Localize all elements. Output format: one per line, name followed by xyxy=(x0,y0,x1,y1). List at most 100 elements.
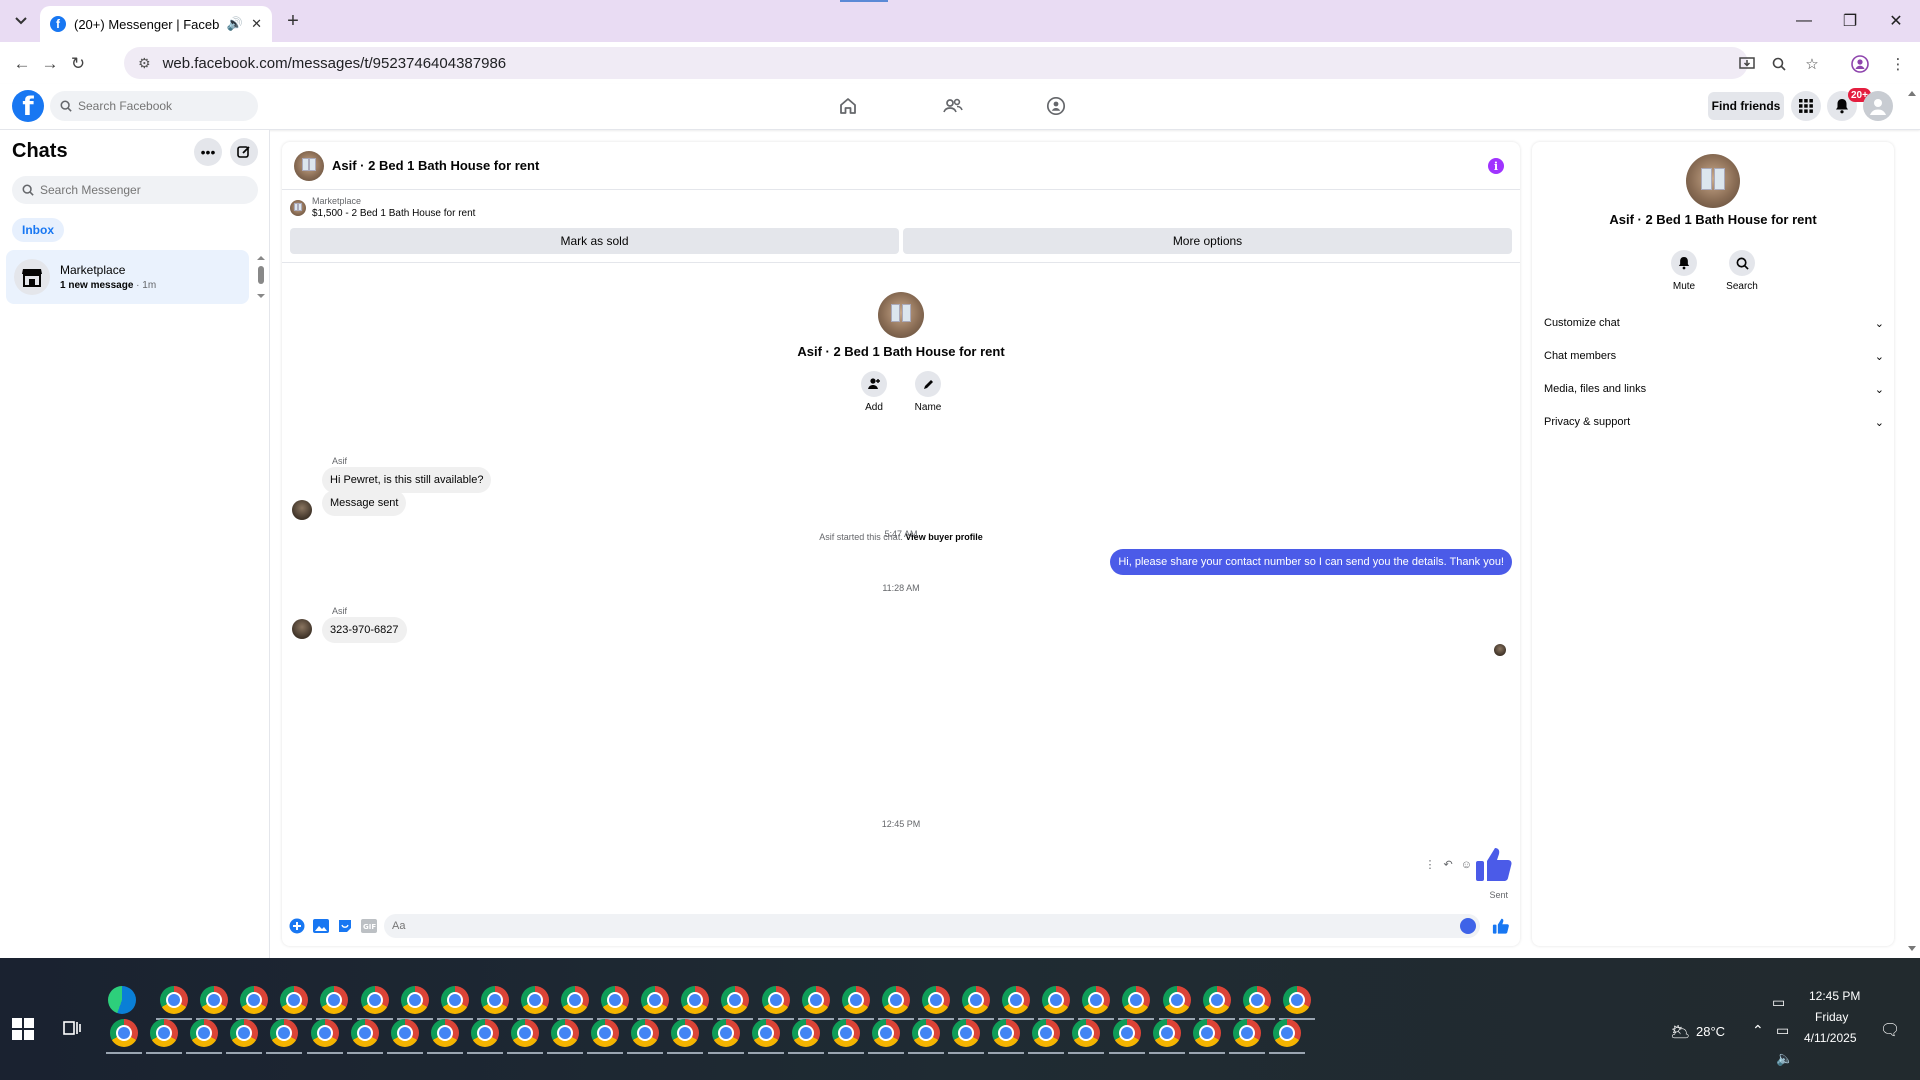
chrome-window-icon[interactable] xyxy=(1272,1019,1301,1047)
chrome-window-icon[interactable] xyxy=(390,1019,419,1047)
account-avatar[interactable] xyxy=(1863,91,1893,121)
network-icon[interactable]: ▭ xyxy=(1776,1022,1789,1039)
chrome-window-icon[interactable] xyxy=(921,986,950,1014)
chrome-window-icon[interactable] xyxy=(110,1019,138,1047)
clock-day[interactable]: Friday xyxy=(1815,1010,1848,1024)
more-options-icon[interactable]: ••• xyxy=(194,138,222,166)
chrome-window-icon[interactable] xyxy=(751,1019,780,1047)
speaker-icon[interactable]: 🔊 xyxy=(227,16,243,32)
tray-monitor-icon[interactable]: ▭ xyxy=(1772,994,1785,1011)
chrome-window-icon[interactable] xyxy=(1042,986,1071,1014)
photo-icon[interactable] xyxy=(312,917,330,935)
chrome-window-icon[interactable] xyxy=(400,986,429,1014)
site-settings-icon[interactable]: ⚙ xyxy=(138,55,151,72)
chrome-window-icon[interactable] xyxy=(791,1019,820,1047)
chat-list-scrollbar[interactable] xyxy=(256,254,266,300)
message-more-icon[interactable]: ⋮ xyxy=(1425,858,1436,871)
close-window-icon[interactable]: ✕ xyxy=(1873,0,1919,42)
chrome-window-icon[interactable] xyxy=(1192,1019,1221,1047)
address-bar[interactable]: ⚙ web.facebook.com/messages/t/9523746404… xyxy=(124,47,1748,79)
close-tab-icon[interactable]: ✕ xyxy=(251,16,262,32)
chrome-window-icon[interactable] xyxy=(511,1019,539,1047)
chrome-window-icon[interactable] xyxy=(240,986,269,1014)
chrome-window-icon[interactable] xyxy=(1082,986,1111,1014)
chrome-window-icon[interactable] xyxy=(310,1019,339,1047)
customize-chat-section[interactable]: Customize chat ⌄ xyxy=(1544,310,1884,336)
chrome-window-icon[interactable] xyxy=(1072,1019,1101,1047)
weather-temp[interactable]: 28°C xyxy=(1696,1024,1725,1039)
volume-icon[interactable]: 🔈 xyxy=(1776,1050,1793,1067)
tab-search-chevron-icon[interactable] xyxy=(10,10,32,32)
chrome-window-icon[interactable] xyxy=(681,986,710,1014)
groups-icon[interactable] xyxy=(1042,92,1070,120)
forward-icon[interactable]: → xyxy=(38,52,62,76)
facebook-search[interactable] xyxy=(50,91,258,121)
incoming-message[interactable]: 323-970-6827 xyxy=(322,617,407,643)
chrome-window-icon[interactable] xyxy=(831,1019,860,1047)
chrome-window-icon[interactable] xyxy=(591,1019,620,1047)
chrome-window-icon[interactable] xyxy=(551,1019,580,1047)
chat-members-section[interactable]: Chat members ⌄ xyxy=(1544,343,1884,369)
chrome-window-icon[interactable] xyxy=(150,1019,179,1047)
messenger-search-input[interactable] xyxy=(40,183,240,197)
find-friends-button[interactable]: Find friends xyxy=(1708,92,1784,120)
task-view-icon[interactable] xyxy=(62,1018,82,1038)
profile-icon[interactable] xyxy=(1849,53,1871,75)
chrome-window-icon[interactable] xyxy=(641,986,670,1014)
sticker-icon[interactable] xyxy=(336,917,354,935)
back-icon[interactable]: ← xyxy=(10,52,34,76)
chrome-window-icon[interactable] xyxy=(1242,986,1271,1014)
chrome-window-icon[interactable] xyxy=(1282,986,1311,1014)
tray-chevron-up-icon[interactable]: ⌃ xyxy=(1752,1022,1764,1039)
zoom-icon[interactable] xyxy=(1768,53,1790,75)
chrome-window-icon[interactable] xyxy=(871,1019,900,1047)
chrome-window-icon[interactable] xyxy=(480,986,509,1014)
browser-menu-icon[interactable]: ⋮ xyxy=(1887,53,1909,75)
chrome-window-icon[interactable] xyxy=(992,1019,1021,1047)
mark-as-sold-button[interactable]: Mark as sold xyxy=(290,228,899,254)
windows-start-icon[interactable] xyxy=(12,1018,34,1040)
chrome-window-icon[interactable] xyxy=(350,1019,379,1047)
message-input[interactable] xyxy=(392,920,1460,932)
emoji-icon[interactable] xyxy=(1460,918,1476,934)
chrome-window-icon[interactable] xyxy=(230,1019,259,1047)
minimize-window-icon[interactable]: — xyxy=(1781,0,1827,42)
edge-browser-icon[interactable] xyxy=(108,986,136,1014)
chrome-window-icon[interactable] xyxy=(801,986,830,1014)
inbox-filter-tab[interactable]: Inbox xyxy=(12,218,64,242)
chrome-window-icon[interactable] xyxy=(270,1019,299,1047)
media-files-links-section[interactable]: Media, files and links ⌄ xyxy=(1544,376,1884,402)
chrome-window-icon[interactable] xyxy=(912,1019,940,1047)
clock-time[interactable]: 12:45 PM xyxy=(1809,989,1860,1003)
chrome-window-icon[interactable] xyxy=(631,1019,660,1047)
mute-button[interactable]: Mute xyxy=(1666,250,1702,292)
chrome-window-icon[interactable] xyxy=(160,986,188,1014)
install-app-icon[interactable] xyxy=(1736,53,1758,75)
reply-icon[interactable]: ↶ xyxy=(1444,858,1453,871)
chrome-window-icon[interactable] xyxy=(1202,986,1231,1014)
marketplace-listing-bar[interactable]: Marketplace $1,500 - 2 Bed 1 Bath House … xyxy=(290,196,475,219)
chrome-window-icon[interactable] xyxy=(1122,986,1151,1014)
sender-avatar[interactable] xyxy=(292,500,312,520)
listing-avatar[interactable] xyxy=(294,150,324,181)
page-scrollbar[interactable] xyxy=(1906,88,1918,956)
home-icon[interactable] xyxy=(834,92,862,120)
chrome-window-icon[interactable] xyxy=(1002,986,1031,1014)
more-options-button[interactable]: More options xyxy=(903,228,1512,254)
plus-actions-icon[interactable] xyxy=(288,917,306,935)
chrome-window-icon[interactable] xyxy=(430,1019,459,1047)
clock-date[interactable]: 4/11/2025 xyxy=(1804,1031,1857,1045)
chrome-window-icon[interactable] xyxy=(470,1019,499,1047)
friends-icon[interactable] xyxy=(939,92,967,120)
reload-icon[interactable]: ↻ xyxy=(66,52,90,76)
new-message-icon[interactable] xyxy=(230,138,258,166)
chrome-window-icon[interactable] xyxy=(200,986,229,1014)
message-input-wrapper[interactable] xyxy=(384,914,1480,938)
add-people-button[interactable]: Add xyxy=(856,371,892,413)
chrome-window-icon[interactable] xyxy=(1032,1019,1061,1047)
chrome-window-icon[interactable] xyxy=(841,986,870,1014)
facebook-search-input[interactable] xyxy=(78,99,238,113)
menu-grid-icon[interactable] xyxy=(1791,91,1821,121)
chrome-window-icon[interactable] xyxy=(360,986,389,1014)
chrome-window-icon[interactable] xyxy=(320,986,349,1014)
